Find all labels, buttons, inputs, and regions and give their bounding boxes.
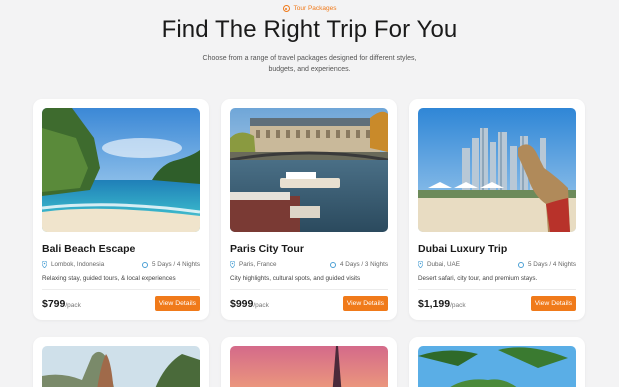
- package-duration: 5 Days / 4 Nights: [528, 261, 576, 268]
- target-icon: [282, 5, 290, 12]
- section-eyebrow: Tour Packages: [0, 5, 619, 12]
- divider: [42, 289, 200, 290]
- price-unit: /pack: [450, 302, 466, 309]
- package-card-dubai: Dubai Luxury Trip Dubai, UAE 5 Days / 4 …: [409, 99, 585, 320]
- divider: [230, 289, 388, 290]
- eyebrow-label: Tour Packages: [293, 5, 337, 12]
- view-details-button[interactable]: View Details: [342, 296, 388, 311]
- view-details-button[interactable]: View Details: [530, 296, 576, 311]
- package-image-dubai: [418, 108, 576, 232]
- divider: [418, 289, 576, 290]
- page-title: Find The Right Trip For You: [161, 16, 458, 43]
- package-image-eiffel: [230, 346, 388, 387]
- package-image-karst: [42, 346, 200, 387]
- location-pin-icon: [230, 261, 235, 268]
- package-price: $1,199/pack: [418, 298, 466, 310]
- location-pin-icon: [418, 261, 423, 268]
- package-duration: 5 Days / 4 Nights: [152, 261, 200, 268]
- price-value: $799: [42, 298, 66, 310]
- package-card: [221, 337, 397, 387]
- package-description: Relaxing stay, guided tours, & local exp…: [42, 275, 176, 282]
- package-description: City highlights, cultural spots, and gui…: [230, 275, 361, 282]
- package-duration: 4 Days / 3 Nights: [340, 261, 388, 268]
- package-price: $999/pack: [230, 298, 269, 310]
- price-value: $999: [230, 298, 254, 310]
- price-value: $1,199: [418, 298, 451, 310]
- package-image-tropical: [418, 346, 576, 387]
- price-unit: /pack: [253, 302, 269, 309]
- package-description: Desert safari, city tour, and premium st…: [418, 275, 538, 282]
- package-card-bali: Bali Beach Escape Lombok, Indonesia 5 Da…: [33, 99, 209, 320]
- package-name: Dubai Luxury Trip: [418, 243, 508, 255]
- location-pin-icon: [42, 261, 47, 268]
- package-name: Bali Beach Escape: [42, 243, 136, 255]
- clock-icon: [330, 261, 337, 268]
- package-location: Dubai, UAE: [427, 261, 460, 268]
- package-meta: Dubai, UAE 5 Days / 4 Nights: [418, 261, 576, 268]
- package-card-paris: Paris City Tour Paris, France 4 Days / 3…: [221, 99, 397, 320]
- clock-icon: [142, 261, 149, 268]
- package-card: [409, 337, 585, 387]
- package-meta: Lombok, Indonesia 5 Days / 4 Nights: [42, 261, 200, 268]
- view-details-button[interactable]: View Details: [154, 296, 200, 311]
- package-price: $799/pack: [42, 298, 81, 310]
- package-name: Paris City Tour: [230, 243, 304, 255]
- package-image-beach: [42, 108, 200, 232]
- price-unit: /pack: [65, 302, 81, 309]
- package-card: [33, 337, 209, 387]
- clock-icon: [518, 261, 525, 268]
- package-location: Paris, France: [239, 261, 277, 268]
- package-meta: Paris, France 4 Days / 3 Nights: [230, 261, 388, 268]
- page-subtitle: Choose from a range of travel packages d…: [202, 55, 417, 73]
- package-image-paris: [230, 108, 388, 232]
- package-location: Lombok, Indonesia: [51, 261, 105, 268]
